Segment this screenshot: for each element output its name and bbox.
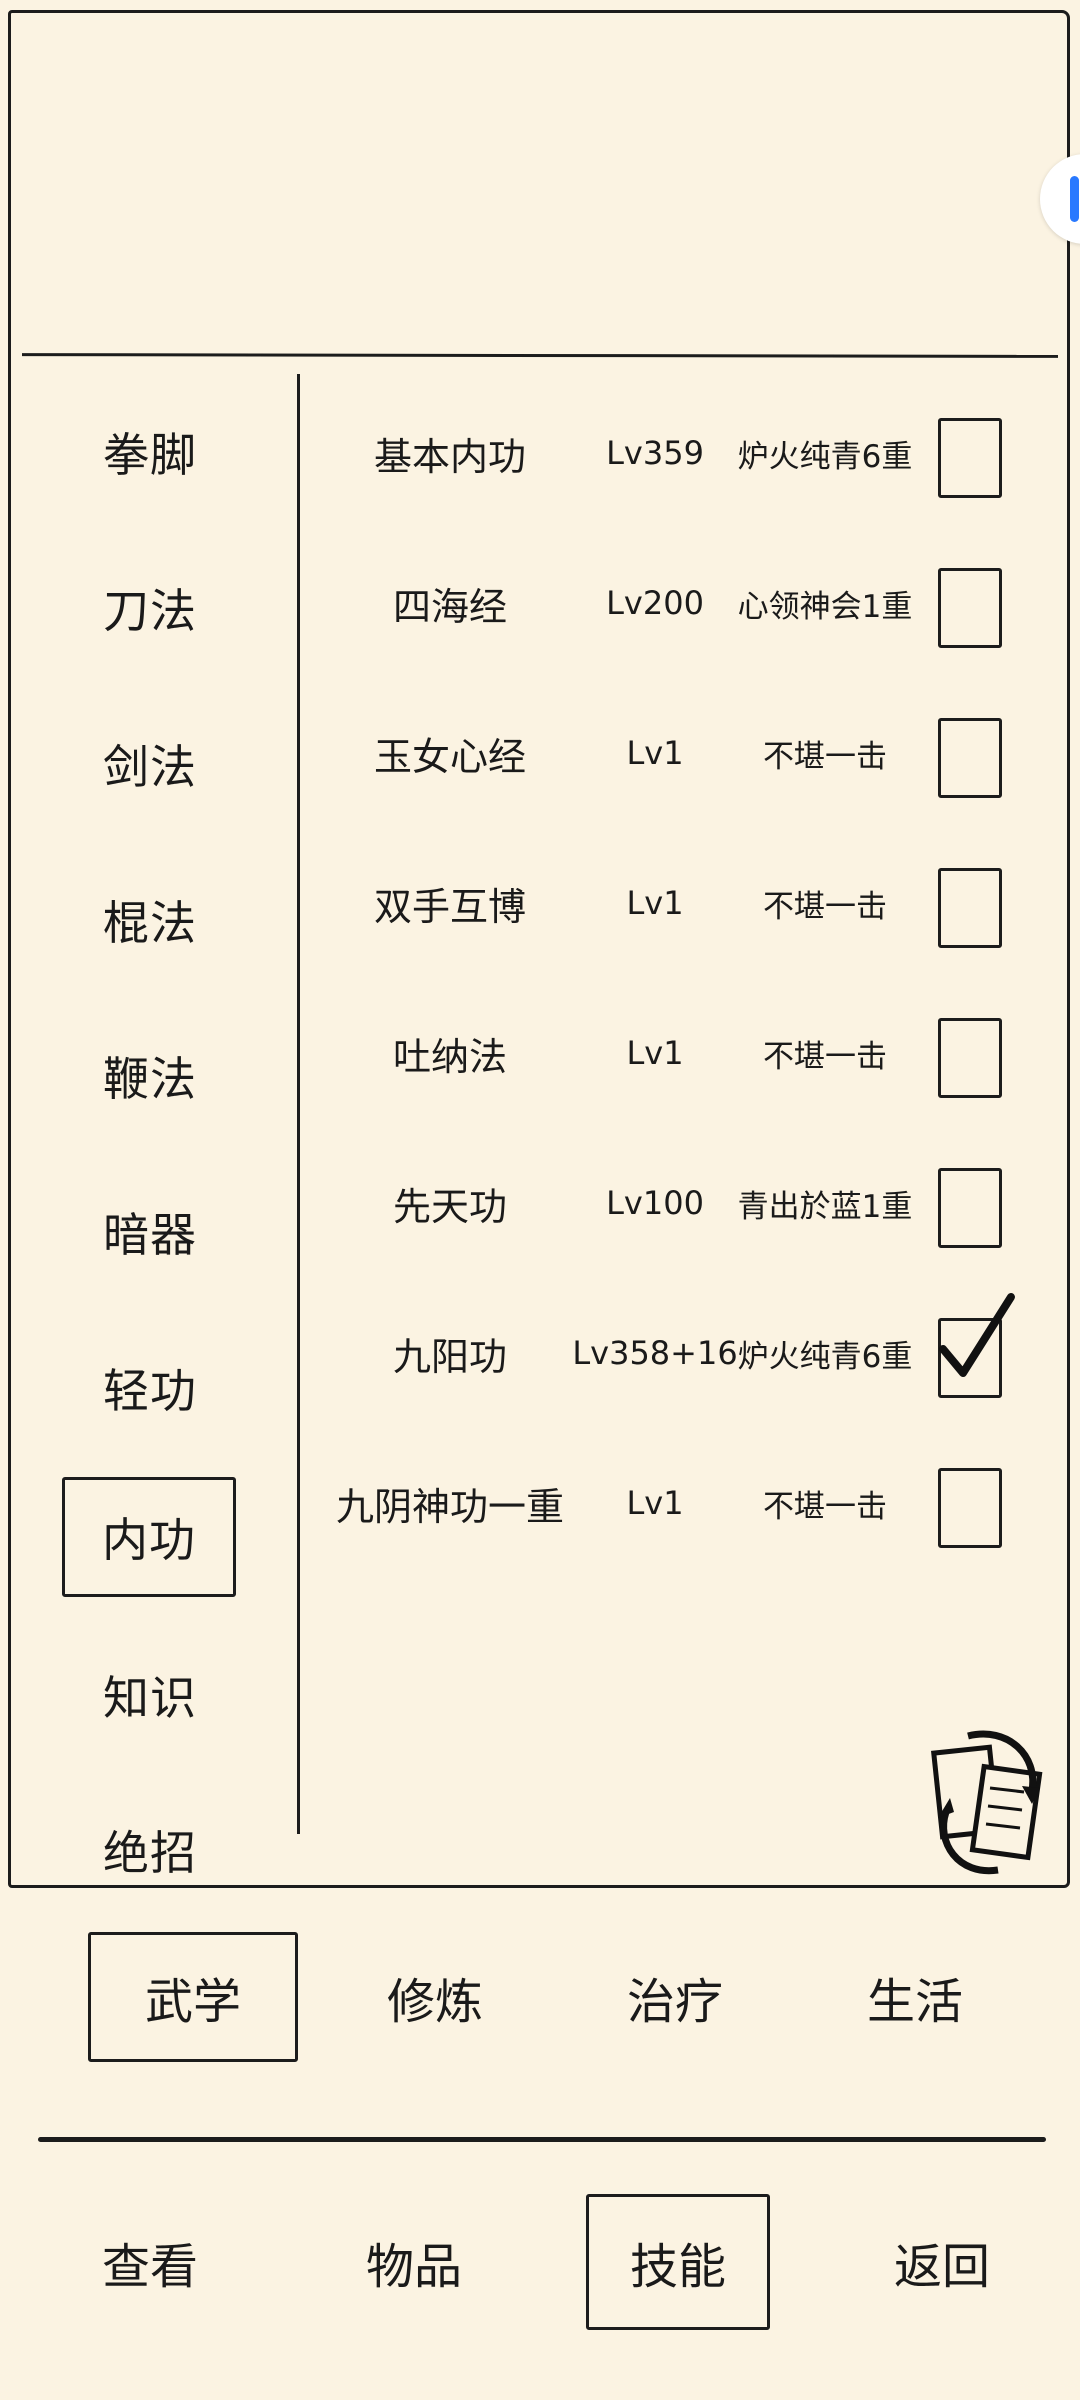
skill-name: 吐纳法 (392, 1034, 507, 1079)
sidebar-item-daofa[interactable]: 刀法 (34, 548, 266, 668)
bottom-divider (38, 2137, 1046, 2142)
nav-jineng[interactable]: 技能 (586, 2194, 770, 2330)
skill-name: 先天功 (392, 1184, 507, 1229)
sidebar-item-neigong[interactable]: 内功 (62, 1477, 236, 1597)
skill-name: 双手互博 (373, 884, 526, 929)
nav-fanhui[interactable]: 返回 (850, 2194, 1034, 2330)
skill-name: 四海经 (392, 584, 507, 629)
equip-checkbox-checked[interactable] (938, 1293, 1015, 1398)
skill-row[interactable]: 玉女心经 Lv1 不堪一击 (330, 698, 1050, 808)
sidebar-item-bianfa[interactable]: 鞭法 (34, 1016, 266, 1136)
equip-checkbox[interactable] (938, 1468, 1002, 1548)
skill-rank: 炉火纯青6重 (737, 438, 913, 475)
sidebar-item-quanjiao[interactable]: 拳脚 (34, 392, 266, 512)
skill-level: Lv1 (626, 1484, 684, 1522)
skill-level: Lv1 (626, 1034, 684, 1072)
swap-pages-icon[interactable] (928, 1726, 1052, 1876)
skill-level: Lv359 (606, 434, 704, 472)
skill-level: Lv1 (626, 734, 684, 772)
skill-level: Lv358+16 (572, 1334, 738, 1372)
skill-rank: 不堪一击 (763, 888, 887, 925)
sidebar-item-juezhao[interactable]: 绝招 (34, 1790, 266, 1910)
checkmark-icon (939, 1293, 1015, 1377)
equip-checkbox[interactable] (938, 1018, 1002, 1098)
skill-level: Lv1 (626, 884, 684, 922)
tab-shenghuo[interactable]: 生活 (810, 1932, 1020, 2062)
skill-level: Lv200 (606, 584, 704, 622)
tab-zhiliao[interactable]: 治疗 (570, 1932, 780, 2062)
skill-name: 玉女心经 (373, 734, 526, 779)
skill-rank: 不堪一击 (763, 1488, 887, 1525)
nav-chakan[interactable]: 查看 (58, 2194, 242, 2330)
equip-checkbox[interactable] (938, 868, 1002, 948)
equip-checkbox[interactable] (938, 1168, 1002, 1248)
skill-rank: 心领神会1重 (737, 588, 913, 625)
sidebar-item-jianfa[interactable]: 剑法 (34, 704, 266, 824)
equip-checkbox[interactable] (938, 418, 1002, 498)
skill-name: 基本内功 (373, 434, 526, 479)
skill-row[interactable]: 先天功 Lv100 青出於蓝1重 (330, 1148, 1050, 1258)
skill-level: Lv100 (606, 1184, 704, 1222)
skill-row[interactable]: 九阴神功一重 Lv1 不堪一击 (330, 1448, 1050, 1558)
sidebar-item-anqi[interactable]: 暗器 (34, 1172, 266, 1292)
skill-row[interactable]: 双手互博 Lv1 不堪一击 (330, 848, 1050, 958)
equip-checkbox[interactable] (938, 568, 1002, 648)
sidebar-item-qinggong[interactable]: 轻功 (34, 1328, 266, 1448)
skill-rank: 不堪一击 (763, 1038, 887, 1075)
nav-wupin[interactable]: 物品 (322, 2194, 506, 2330)
equip-checkbox[interactable] (938, 718, 1002, 798)
skill-rank: 青出於蓝1重 (737, 1188, 913, 1225)
tab-xiulian[interactable]: 修炼 (330, 1932, 540, 2062)
skill-name: 九阴神功一重 (335, 1484, 564, 1529)
skill-row[interactable]: 四海经 Lv200 心领神会1重 (330, 548, 1050, 658)
skill-rank: 炉火纯青6重 (737, 1338, 913, 1375)
tab-wuxue[interactable]: 武学 (88, 1932, 298, 2062)
skill-rank: 不堪一击 (763, 738, 887, 775)
skill-row[interactable]: 九阳功 Lv358+16 炉火纯青6重 (330, 1293, 1050, 1408)
sidebar-item-zhishi[interactable]: 知识 (34, 1635, 266, 1755)
sidebar-item-gunfa[interactable]: 棍法 (34, 860, 266, 980)
sidebar-divider (297, 374, 300, 1834)
skill-name: 九阳功 (392, 1334, 507, 1379)
skill-row[interactable]: 吐纳法 Lv1 不堪一击 (330, 998, 1050, 1108)
skill-row[interactable]: 基本内功 Lv359 炉火纯青6重 (330, 398, 1050, 508)
